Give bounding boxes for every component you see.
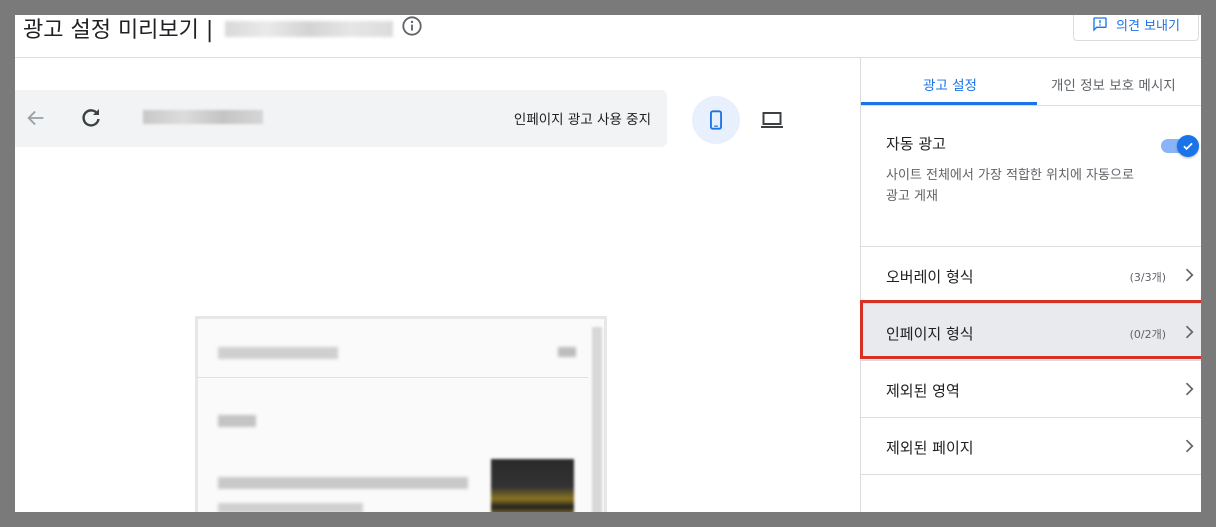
page-preview: 인페이지 광고 사용 중지 xyxy=(15,58,860,512)
auto-ads-title: 자동 광고 xyxy=(886,135,946,153)
mock-thumbnail xyxy=(491,459,574,512)
row-label: 오버레이 형식 xyxy=(886,268,974,286)
desktop-view-button[interactable] xyxy=(748,96,796,144)
mobile-view-button[interactable] xyxy=(692,96,740,144)
mobile-page-mockup xyxy=(195,316,607,512)
chevron-right-icon xyxy=(1185,439,1194,453)
mock-text xyxy=(218,415,256,427)
smartphone-icon xyxy=(710,110,722,130)
preview-browser-bar: 인페이지 광고 사용 중지 xyxy=(15,90,667,147)
chevron-right-icon xyxy=(1185,268,1194,282)
mock-article-title xyxy=(218,477,468,489)
feedback-button[interactable]: 의견 보내기 xyxy=(1073,15,1199,41)
chevron-right-icon xyxy=(1185,325,1194,339)
ad-settings-preview-dialog: 광고 설정 미리보기 | 의견 보내기 인페이지 광고 사용 중지 광고 설정 … xyxy=(15,15,1201,512)
active-tab-indicator xyxy=(861,102,1037,105)
laptop-icon xyxy=(761,112,783,128)
inpage-formats-row[interactable]: 인페이지 형식 (0/2개) xyxy=(861,304,1201,361)
excluded-pages-row[interactable]: 제외된 페이지 xyxy=(861,418,1201,475)
arrow-left-icon[interactable] xyxy=(25,107,47,129)
page-title: 광고 설정 미리보기 | xyxy=(23,18,214,43)
row-count: (0/2개) xyxy=(1129,328,1166,341)
row-label: 제외된 페이지 xyxy=(886,439,974,457)
tab-privacy-messages[interactable]: 개인 정보 보호 메시지 xyxy=(1051,74,1176,94)
info-icon[interactable] xyxy=(401,15,423,37)
row-count: (3/3개) xyxy=(1129,271,1166,284)
auto-ads-section: 자동 광고 사이트 전체에서 가장 적합한 위치에 자동으로 광고 게재 xyxy=(861,106,1201,247)
auto-ads-toggle[interactable] xyxy=(1161,135,1201,157)
mock-menu xyxy=(558,347,576,357)
site-domain-redacted xyxy=(225,21,393,37)
row-label: 인페이지 형식 xyxy=(886,325,974,343)
mock-site-title xyxy=(218,347,338,359)
excluded-areas-row[interactable]: 제외된 영역 xyxy=(861,361,1201,418)
feedback-icon xyxy=(1093,17,1107,32)
dialog-header: 광고 설정 미리보기 | 의견 보내기 xyxy=(15,15,1201,58)
refresh-icon[interactable] xyxy=(79,106,103,130)
settings-tabs: 광고 설정 개인 정보 보호 메시지 xyxy=(861,58,1201,106)
feedback-button-label: 의견 보내기 xyxy=(1116,18,1180,34)
divider xyxy=(198,377,588,378)
preview-url-redacted xyxy=(143,110,263,124)
tab-ad-settings[interactable]: 광고 설정 xyxy=(923,74,977,94)
settings-panel: 광고 설정 개인 정보 보호 메시지 자동 광고 사이트 전체에서 가장 적합한… xyxy=(860,58,1201,512)
stop-inpage-ads-link[interactable]: 인페이지 광고 사용 중지 xyxy=(514,108,651,128)
auto-ads-description: 사이트 전체에서 가장 적합한 위치에 자동으로 광고 게재 xyxy=(886,168,1134,204)
toggle-thumb xyxy=(1177,135,1199,157)
overlay-formats-row[interactable]: 오버레이 형식 (3/3개) xyxy=(861,247,1201,304)
check-icon xyxy=(1183,142,1193,151)
mock-article-meta xyxy=(218,503,363,512)
mock-scrollbar xyxy=(592,327,602,512)
chevron-right-icon xyxy=(1185,382,1194,396)
row-label: 제외된 영역 xyxy=(886,382,960,400)
